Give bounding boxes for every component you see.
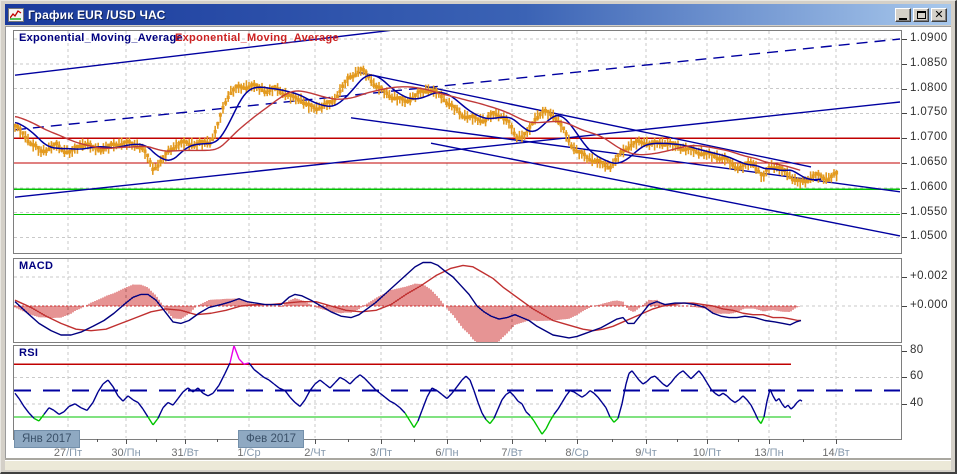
time-axis-minor-tick <box>612 439 613 442</box>
time-axis-tick <box>126 439 127 444</box>
rsi-axis: 80 60 40 <box>902 1 954 472</box>
ema-red-label: Exponential_Moving_Average <box>175 32 339 44</box>
time-axis-tick <box>447 439 448 444</box>
macd-panel[interactable]: MACD <box>13 258 902 343</box>
date-label: 9/Чт <box>635 447 657 459</box>
window-title: График EUR /USD ЧАС <box>28 7 166 22</box>
date-label: 2/Чт <box>304 447 326 459</box>
date-label: 10/Пт <box>692 447 722 459</box>
date-label: 3/Пт <box>369 447 393 459</box>
time-axis-tick <box>315 439 316 444</box>
date-label: 13/Пн <box>754 447 784 459</box>
axis-label: 40 <box>910 397 924 409</box>
month-badge: Янв 2017 <box>14 430 80 448</box>
time-axis-minor-tick <box>217 439 218 442</box>
time-axis-minor-tick <box>738 439 739 442</box>
title-bar[interactable]: График EUR /USD ЧАС ✕ <box>5 4 951 25</box>
time-axis-tick <box>836 439 837 444</box>
date-label: 8/Ср <box>565 447 589 459</box>
date-label: 6/Пн <box>435 447 459 459</box>
time-axis-minor-tick <box>348 439 349 442</box>
time-axis-minor-tick <box>545 439 546 442</box>
rsi-panel[interactable]: RSI <box>13 345 902 440</box>
time-axis-tick <box>646 439 647 444</box>
date-label: 30/Пн <box>111 447 141 459</box>
axis-tick <box>902 351 907 352</box>
time-axis-tick <box>381 439 382 444</box>
time-axis-minor-tick <box>97 439 98 442</box>
month-badge: Фев 2017 <box>238 430 305 448</box>
time-axis-minor-tick <box>803 439 804 442</box>
ema-blue-label: Exponential_Moving_Average <box>19 32 183 44</box>
date-label: 7/Вт <box>501 447 523 459</box>
date-label: 1/Ср <box>237 447 261 459</box>
time-axis-tick <box>769 439 770 444</box>
date-label: 27/Пт <box>53 447 83 459</box>
chart-icon <box>8 7 24 22</box>
time-axis-minor-tick <box>480 439 481 442</box>
time-axis-tick <box>185 439 186 444</box>
time-axis-tick <box>577 439 578 444</box>
app-window: График EUR /USD ЧАС ✕ Exponential_Moving… <box>0 0 957 474</box>
time-axis-minor-tick <box>156 439 157 442</box>
rsi-label: RSI <box>19 347 39 359</box>
time-axis-minor-tick <box>677 439 678 442</box>
date-label: 31/Вт <box>171 447 199 459</box>
bottom-strip <box>5 460 951 470</box>
time-axis-minor-tick <box>414 439 415 442</box>
axis-tick <box>902 404 907 405</box>
axis-label: 60 <box>910 370 924 382</box>
macd-label: MACD <box>19 260 54 272</box>
price-panel[interactable]: Exponential_Moving_Average Exponential_M… <box>13 30 902 254</box>
date-label: 14/Вт <box>822 447 850 459</box>
axis-tick <box>902 377 907 378</box>
time-axis-tick <box>512 439 513 444</box>
axis-label: 80 <box>910 344 924 356</box>
time-axis-tick <box>707 439 708 444</box>
